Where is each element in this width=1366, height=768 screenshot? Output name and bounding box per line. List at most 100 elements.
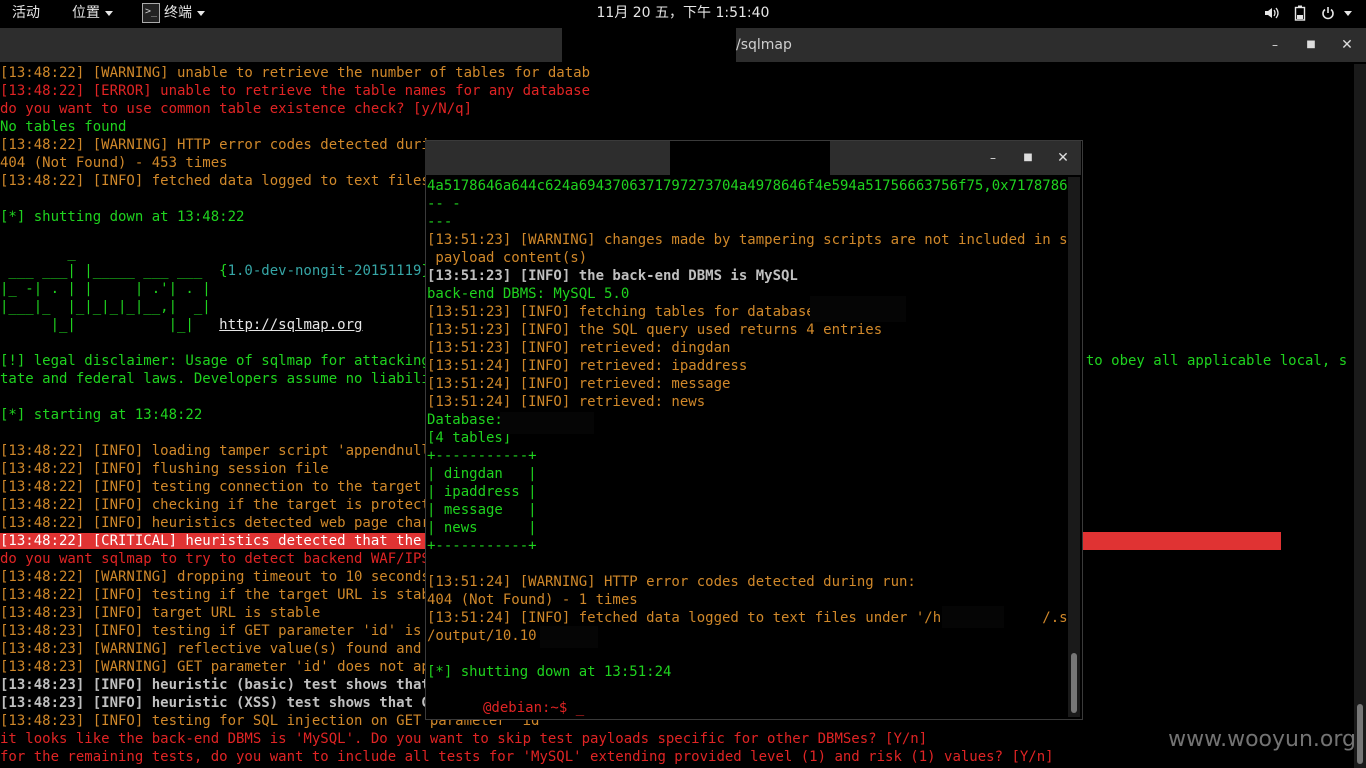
front-terminal-scrollbar[interactable]	[1068, 177, 1080, 717]
redaction-block	[540, 626, 598, 648]
line-text: [13:51:24] [INFO] retrieved: ipaddress	[427, 358, 748, 374]
line-text: do you want sqlmap to try to detect back…	[0, 551, 447, 567]
line-text: for the remaining tests, do you want to …	[0, 749, 1054, 765]
terminal-line: [13:51:24] [WARNING] HTTP error codes de…	[427, 573, 1067, 591]
terminal-line: [13:51:23] [INFO] retrieved: dingdan	[427, 339, 1067, 357]
terminal-line: | message |	[427, 501, 1067, 519]
redaction-block	[500, 412, 594, 434]
redaction-block	[942, 606, 1004, 628]
line-text: |___|_ |_|_|_|_|__,| _|	[0, 299, 211, 315]
line-text: [13:51:24] [WARNING] HTTP error codes de…	[427, 574, 916, 590]
line-text: 404 (Not Found) - 1 times	[427, 592, 638, 608]
terminal-line: [13:51:24] [INFO] retrieved: message	[427, 375, 1067, 393]
line-text: 404 (Not Found) - 453 times	[0, 155, 228, 171]
line-text: [13:48:22] [ERROR] unable to retrieve th…	[0, 83, 591, 99]
line-text: | ipaddress |	[427, 484, 537, 500]
text-cursor: _	[575, 700, 585, 716]
places-menu[interactable]: 位置	[72, 0, 113, 26]
line-text: do you want to use common table existenc…	[0, 101, 473, 117]
line-text: ___ ___| |_____ ___ ___ {	[0, 263, 228, 279]
back-terminal-scrollbar[interactable]	[1354, 64, 1366, 768]
shell-prompt: @debian:~$	[483, 700, 576, 716]
sqlmap-link[interactable]: http://sqlmap.org	[219, 317, 362, 333]
line-text: [13:48:22] [INFO] heuristics detected we…	[0, 515, 447, 531]
line-text: [13:51:23] [INFO] the SQL query used ret…	[427, 322, 883, 338]
line-text: -- -	[427, 196, 461, 212]
chevron-down-icon	[105, 10, 113, 16]
terminal-line: No tables found	[0, 118, 1354, 136]
line-text: [13:48:23] [INFO] heuristic (basic) test…	[0, 677, 447, 693]
system-menu[interactable]	[1264, 0, 1352, 26]
terminal-line: 4a5178646a644c624a6943706371797273704a49…	[427, 177, 1067, 195]
minimize-button[interactable]: –	[984, 149, 1002, 167]
terminal-app-label: 终端	[164, 5, 192, 21]
activities-button[interactable]: 活动	[12, 0, 40, 26]
minimize-button[interactable]: –	[1266, 36, 1284, 54]
line-text: | message |	[427, 502, 537, 518]
line-text: Database:	[427, 412, 503, 428]
terminal-line: [13:51:23] [INFO] the back-end DBMS is M…	[427, 267, 1067, 285]
terminal-line: @debian:~$ _	[427, 699, 1067, 717]
terminal-line: it looks like the back-end DBMS is 'MySQ…	[0, 730, 1354, 748]
line-text: | dingdan |	[427, 466, 537, 482]
battery-icon	[1294, 5, 1306, 21]
terminal-line: payload content(s)	[427, 249, 1067, 267]
terminal-line: | dingdan |	[427, 465, 1067, 483]
front-terminal-output[interactable]: 4a5178646a644c624a6943706371797273704a49…	[427, 177, 1067, 717]
speaker-icon	[1264, 7, 1279, 19]
line-text: [13:48:23] [INFO] testing if GET paramet…	[0, 623, 447, 639]
line-text: [13:51:23] [INFO] fetching tables for da…	[427, 304, 824, 320]
maximize-button[interactable]: ■	[1302, 36, 1320, 54]
terminal-line: /output/10.10.	[427, 627, 1067, 645]
terminal-line: [*] shutting down at 13:51:24	[427, 663, 1067, 681]
terminal-app-menu[interactable]: >_ 终端	[142, 0, 205, 26]
line-text: [*] starting at 13:48:22	[0, 407, 203, 423]
terminal-line: [13:51:24] [INFO] retrieved: news	[427, 393, 1067, 411]
line-text: [13:48:22] [WARNING] HTTP error codes de…	[0, 137, 447, 153]
line-text: [13:48:22] [WARNING] unable to retrieve …	[0, 65, 591, 81]
line-text: | news |	[427, 520, 537, 536]
line-text: ---	[427, 214, 453, 230]
clock[interactable]: 11月 20 五，下午 1:51:40	[597, 5, 770, 21]
window-title: /sqlmap	[736, 37, 792, 53]
line-text: [13:51:23] [WARNING] changes made by tam…	[427, 232, 1067, 248]
line-text: 4a5178646a644c624a6943706371797273704a49…	[427, 178, 1067, 194]
line-text: [13:51:24] [INFO] retrieved: message	[427, 376, 731, 392]
terminal-line: [13:48:22] [ERROR] unable to retrieve th…	[0, 82, 1354, 100]
terminal-line: ---	[427, 213, 1067, 231]
terminal-line: [13:48:22] [WARNING] unable to retrieve …	[0, 64, 1354, 82]
line-text: [13:48:22] [INFO] checking if the target…	[0, 497, 447, 513]
chevron-down-icon	[197, 10, 205, 16]
close-button[interactable]: ✕	[1054, 149, 1072, 167]
line-text: /output/10.10.	[427, 628, 546, 644]
power-icon	[1321, 7, 1334, 20]
scrollbar-thumb[interactable]	[1071, 653, 1077, 713]
places-label: 位置	[72, 5, 100, 21]
line-text: [4 tables]	[427, 430, 512, 446]
line-text: back-end DBMS: MySQL 5.0	[427, 286, 630, 302]
terminal-icon: >_	[142, 3, 160, 23]
line-text: [13:48:23] [INFO] heuristic (XSS) test s…	[0, 695, 447, 711]
line-text: [13:48:22] [INFO] testing if the target …	[0, 587, 447, 603]
terminal-line: +-----------+	[427, 537, 1067, 555]
line-text: [*] shutting down at 13:48:22	[0, 209, 245, 225]
terminal-line: [13:51:23] [INFO] fetching tables for da…	[427, 303, 1067, 321]
line-text: +-----------+	[427, 538, 537, 554]
scrollbar-thumb[interactable]	[1357, 704, 1363, 764]
critical-highlight-bar	[1082, 532, 1281, 550]
line-text: [13:48:23] [INFO] target URL is stable	[0, 605, 321, 621]
terminal-line: [13:51:23] [WARNING] changes made by tam…	[427, 231, 1067, 249]
maximize-button[interactable]: ■	[1019, 149, 1037, 167]
line-text: [13:51:24] [INFO] retrieved: news	[427, 394, 706, 410]
close-button[interactable]: ✕	[1338, 36, 1356, 54]
terminal-line: [13:51:24] [INFO] retrieved: ipaddress	[427, 357, 1067, 375]
redaction-block	[670, 141, 830, 175]
chevron-down-icon	[1344, 10, 1352, 16]
terminal-line: +-----------+	[427, 447, 1067, 465]
line-text: [*] shutting down at 13:51:24	[427, 664, 672, 680]
line-text: [13:48:22] [WARNING] dropping timeout to…	[0, 569, 447, 585]
line-text-right: y to obey all applicable local, s	[1069, 353, 1348, 369]
